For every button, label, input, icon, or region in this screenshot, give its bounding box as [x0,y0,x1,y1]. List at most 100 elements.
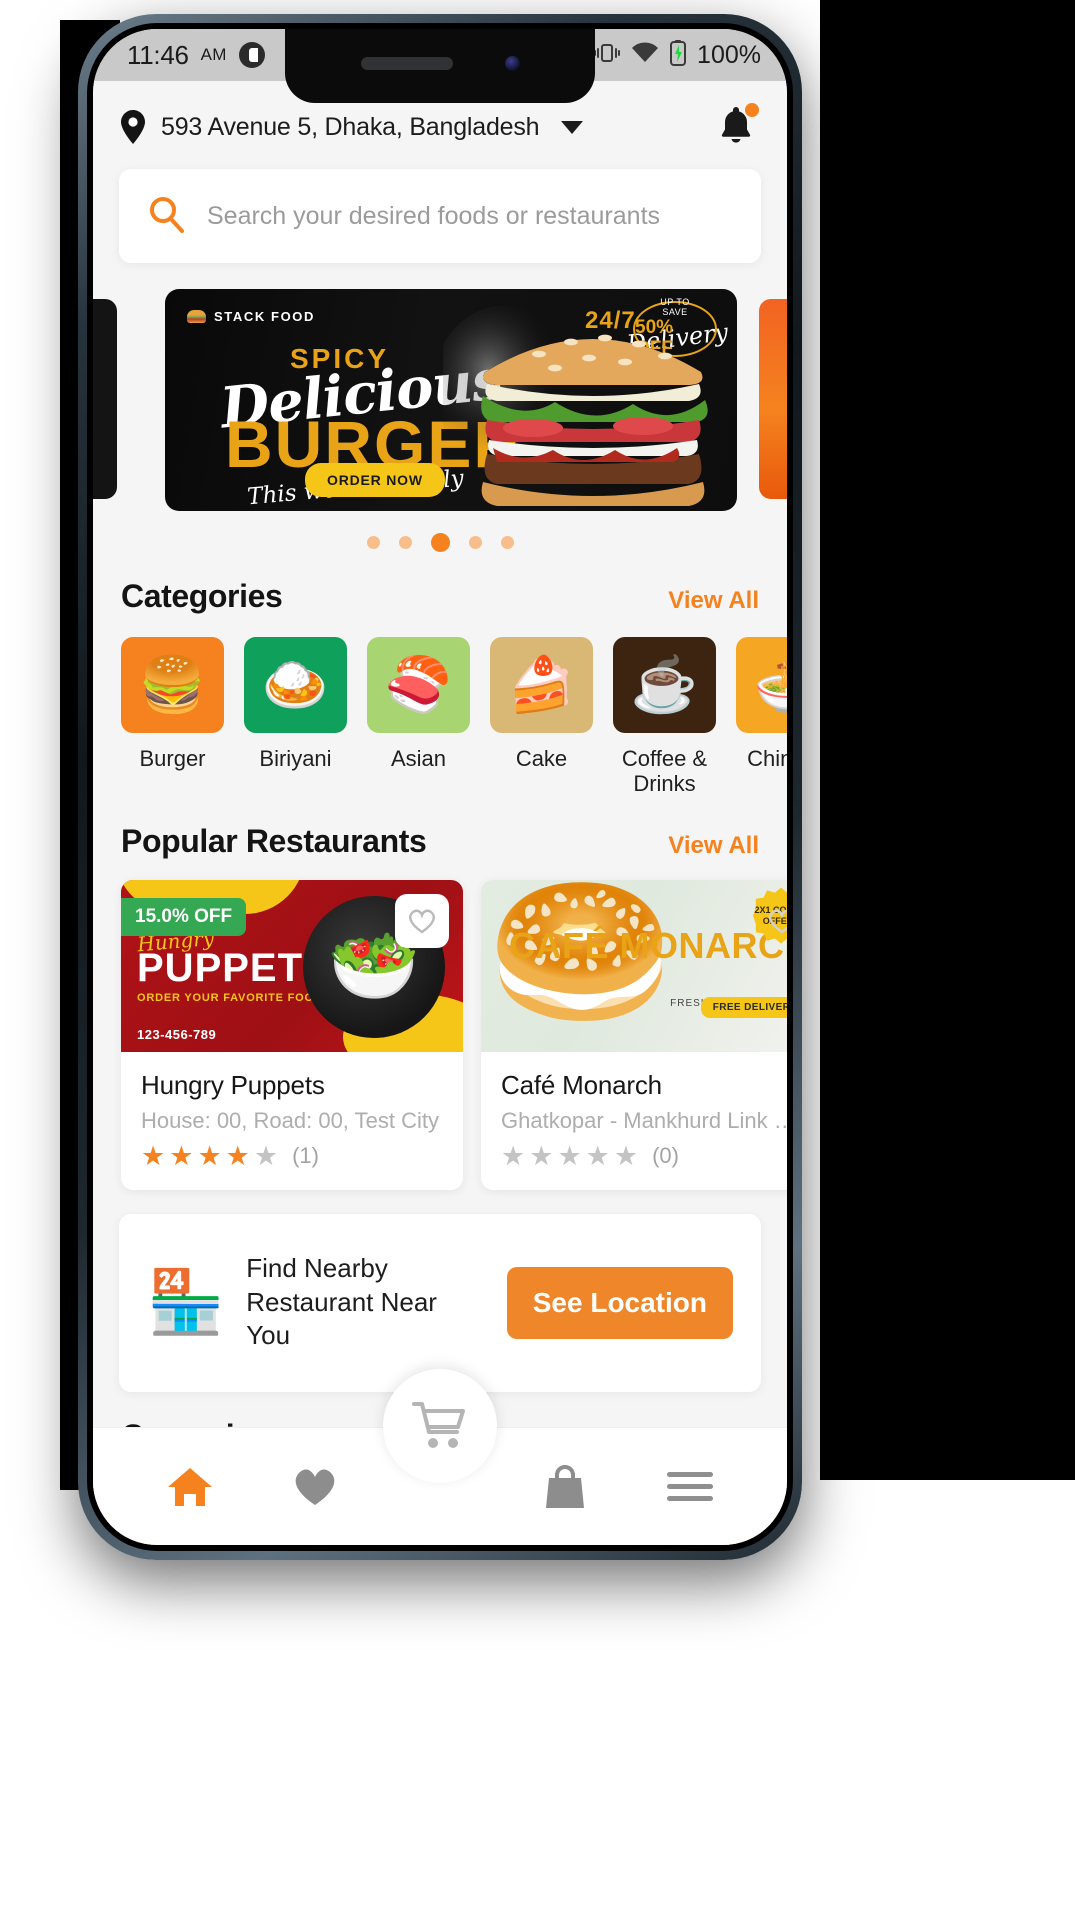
categories-view-all[interactable]: View All [668,587,759,615]
coffee-icon: ☕ [630,655,699,715]
notification-button[interactable] [715,101,761,153]
category-item-asian[interactable]: 🍣 Asian [367,637,470,797]
star-2: ★ [529,1140,554,1171]
phone-notch [285,29,595,103]
nearby-line1: Find Nearby [246,1252,388,1283]
restaurant-image: Hungry PUPPETS ORDER YOUR FAVORITE FOOD … [121,879,463,1052]
phone-screen: 11:46 AM 100% 593 Avenue 5, Dhaka, Bangl… [93,29,787,1545]
address-text: 593 Avenue 5, Dhaka, Bangladesh [161,112,540,141]
notification-badge [743,101,761,119]
carousel-dot-4[interactable] [468,536,482,549]
cafe-logo-text: CAFÉ MONARCH [509,924,787,966]
earpiece-speaker [360,56,453,70]
bag-icon [546,1464,585,1508]
banner-slide-prev[interactable] [93,299,117,499]
favorite-button[interactable] [755,894,787,948]
category-item-burger[interactable]: 🍔 Burger [121,637,224,797]
backdrop-right [820,0,1075,1480]
restaurant-image: 🥯 CAFÉ MONARCH FRESH FROM THE OVEN 2X1 C… [481,879,787,1052]
nav-favorites[interactable] [277,1449,353,1525]
see-location-button[interactable]: See Location [506,1266,733,1339]
carousel-dot-5[interactable] [500,536,514,549]
bottom-navigation[interactable] [93,1369,787,1545]
banner-carousel[interactable]: STACK FOOD SPICY Delicious BURGER This w… [93,289,787,511]
star-1: ★ [501,1140,526,1171]
popular-restaurants-view-all[interactable]: View All [668,832,759,860]
search-input[interactable]: Search your desired foods or restaurants [207,202,660,231]
category-label: Burger [139,746,206,771]
carousel-dot-1[interactable] [366,536,380,549]
status-time: 11:46 [127,39,189,70]
restaurant-info: Hungry Puppets House: 00, Road: 00, Test… [121,1052,463,1190]
categories-title: Categories [121,578,283,614]
discount-badge: 15.0% OFF [121,897,247,936]
restaurant-rating: ★ ★ ★ ★ ★ (1) [141,1140,443,1171]
battery-icon [670,39,687,71]
address-selector[interactable]: 593 Avenue 5, Dhaka, Bangladesh [121,110,584,144]
status-bar-left: 11:46 AM [127,40,265,71]
category-item-cake[interactable]: 🍰 Cake [490,637,593,797]
rice-bowl-icon: 🍛 [261,655,330,715]
app-content: 593 Avenue 5, Dhaka, Bangladesh Search y… [93,81,787,1545]
popular-restaurants-title: Popular Restaurants [121,822,427,859]
nearby-restaurant-panel: 🏪 Find Nearby Restaurant Near You See Lo… [119,1213,761,1392]
star-1: ★ [141,1140,166,1171]
category-tile[interactable]: 🍜 [736,637,787,733]
category-tile[interactable]: ☕ [613,637,716,733]
sushi-icon: 🍣 [384,655,453,715]
category-tile[interactable]: 🍛 [244,637,347,733]
category-label: Cake [515,746,568,771]
search-bar[interactable]: Search your desired foods or restaurants [119,169,761,263]
restaurant-card-cafe-monarch[interactable]: 🥯 CAFÉ MONARCH FRESH FROM THE OVEN 2X1 C… [481,879,787,1190]
star-4: ★ [585,1140,610,1171]
restaurant-rating: ★ ★ ★ ★ ★ (0) [501,1140,787,1171]
nav-menu[interactable] [652,1449,728,1525]
categories-list[interactable]: 🍔 Burger 🍛 Biriyani 🍣 Asian 🍰 Cake ☕ Cof… [93,637,787,797]
storefront-icon: 🏪 [147,1267,225,1337]
nav-orders[interactable] [527,1449,603,1525]
popular-restaurants-list[interactable]: Hungry PUPPETS ORDER YOUR FAVORITE FOOD … [93,879,787,1190]
battery-percent: 100% [697,40,761,69]
carousel-dot-3-active[interactable] [430,533,450,552]
front-camera [504,55,520,71]
chevron-down-icon[interactable] [561,120,584,134]
category-item-chinese[interactable]: 🍜 Chinese [736,637,787,797]
free-delivery-badge: FREE DELIVERY [700,996,787,1018]
heart-icon [295,1468,335,1505]
heart-outline-icon [409,909,435,934]
banner-slide-next[interactable] [759,299,787,499]
banner-slide-active[interactable]: STACK FOOD SPICY Delicious BURGER This w… [165,289,737,511]
star-3: ★ [557,1140,582,1171]
home-icon [167,1467,212,1506]
search-icon [147,195,185,238]
logo-tagline: ORDER YOUR FAVORITE FOOD [137,991,323,1004]
star-4: ★ [225,1140,250,1171]
category-item-coffee-drinks[interactable]: ☕ Coffee & Drinks [613,637,716,797]
category-label: Chinese [747,746,787,771]
nav-home[interactable] [152,1449,228,1525]
status-bar-right: 100% [594,39,761,71]
banner-cta-button[interactable]: ORDER NOW [305,463,445,497]
nearby-line2: Restaurant Near You [246,1286,437,1351]
category-tile[interactable]: 🍰 [490,637,593,733]
review-count: (0) [652,1143,679,1169]
restaurant-name: Hungry Puppets [141,1069,325,1100]
restaurant-card-hungry-puppets[interactable]: Hungry PUPPETS ORDER YOUR FAVORITE FOOD … [121,879,463,1190]
star-2: ★ [169,1140,194,1171]
location-pin-icon [121,110,145,144]
category-item-biriyani[interactable]: 🍛 Biriyani [244,637,347,797]
category-tile[interactable]: 🍣 [367,637,470,733]
categories-header: Categories View All [93,578,787,615]
burger-logo-icon [187,310,206,323]
status-ampm: AM [200,45,227,64]
category-tile[interactable]: 🍔 [121,637,224,733]
favorite-button[interactable] [395,893,449,948]
logo-phone: 123-456-789 [137,1026,217,1042]
carousel-dot-2[interactable] [398,536,412,549]
carousel-dots[interactable] [93,533,787,552]
review-count: (1) [292,1143,319,1169]
cart-fab-button[interactable] [383,1369,497,1483]
bell-icon [715,107,757,153]
status-bar: 11:46 AM 100% [93,29,787,103]
vibrate-icon [594,42,621,69]
